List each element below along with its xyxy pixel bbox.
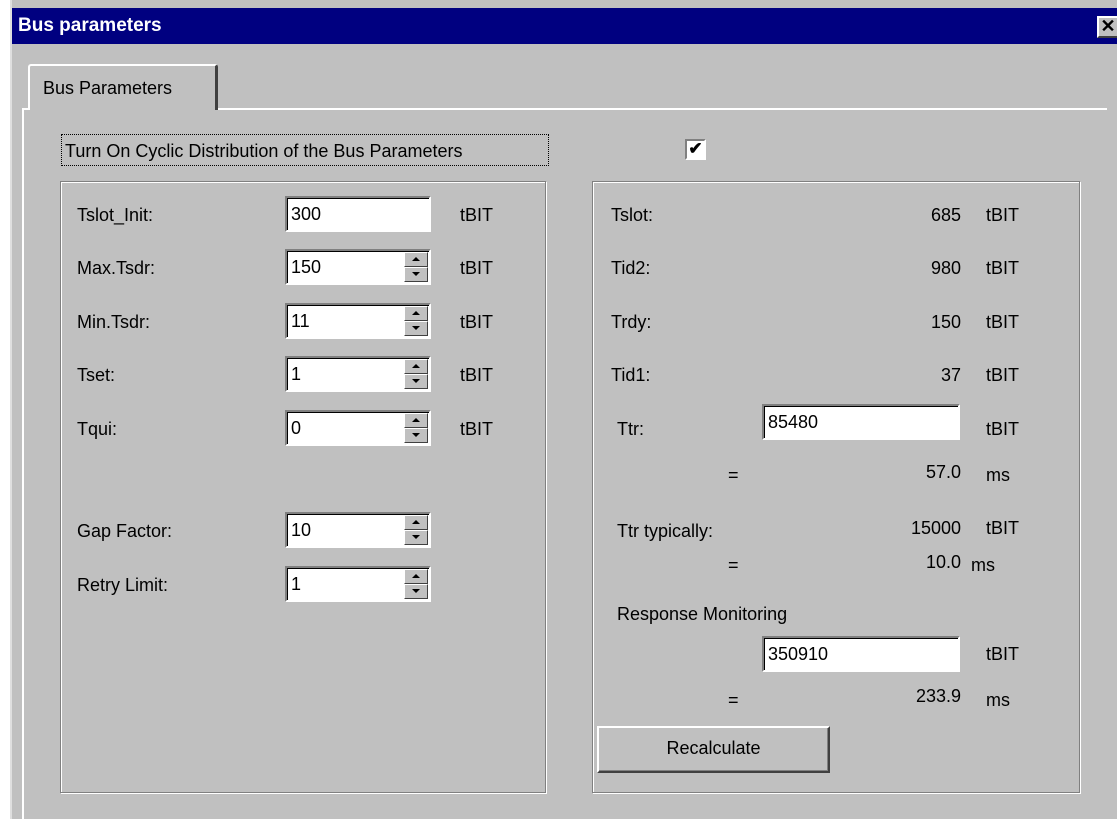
ttr-typically-value: 15000 (910, 518, 961, 538)
tqui-label: Tqui: (77, 419, 118, 439)
tid2-value: 980 (930, 258, 961, 278)
cyclic-distribution-checkbox[interactable]: ✔ (685, 139, 706, 160)
retry-limit-label: Retry Limit: (77, 575, 169, 595)
tset-stepper[interactable]: 1 (285, 356, 431, 392)
min-tsdr-unit: tBIT (460, 312, 494, 332)
min-tsdr-stepper[interactable]: 11 (285, 303, 431, 339)
response-monitoring-input[interactable]: 350910 (762, 636, 960, 672)
tab-label: Bus Parameters (43, 78, 173, 98)
tid2-unit: tBIT (986, 258, 1020, 278)
cyclic-distribution-label[interactable]: Turn On Cyclic Distribution of the Bus P… (61, 134, 549, 166)
max-tsdr-stepper[interactable]: 150 (285, 249, 431, 285)
gap-factor-stepper[interactable]: 10 (285, 512, 431, 548)
tid1-unit: tBIT (986, 365, 1020, 385)
response-monitoring-ms-unit: ms (986, 690, 1010, 710)
ttr-unit: tBIT (986, 419, 1020, 439)
min-tsdr-label: Min.Tsdr: (77, 312, 151, 332)
ttr-typically-ms-unit: ms (971, 555, 995, 575)
tslot-init-unit: tBIT (460, 205, 494, 225)
retry-limit-spin[interactable] (404, 569, 428, 599)
tslot-label: Tslot: (611, 205, 654, 225)
trdy-unit: tBIT (986, 312, 1020, 332)
tid1-label: Tid1: (611, 365, 651, 385)
tid1-value: 37 (940, 365, 961, 385)
tab-bus-parameters[interactable]: Bus Parameters (28, 64, 218, 110)
max-tsdr-unit: tBIT (460, 258, 494, 278)
gap-factor-label: Gap Factor: (77, 521, 173, 541)
ttr-typically-unit: tBIT (986, 518, 1020, 538)
ttr-equals: = (728, 465, 739, 485)
ttr-ms-value: 57.0 (925, 462, 961, 482)
tslot-value: 685 (930, 205, 961, 225)
window-title: Bus parameters (18, 15, 162, 36)
max-tsdr-label: Max.Tsdr: (77, 258, 156, 278)
trdy-value: 150 (930, 312, 961, 332)
tset-unit: tBIT (460, 365, 494, 385)
ttr-input[interactable]: 85480 (762, 404, 960, 440)
ttr-typically-ms-value: 10.0 (925, 552, 961, 572)
retry-limit-stepper[interactable]: 1 (285, 566, 431, 602)
recalculate-button[interactable]: Recalculate (597, 726, 830, 773)
close-icon[interactable]: ✕ (1097, 16, 1117, 38)
tqui-unit: tBIT (460, 419, 494, 439)
ttr-label: Ttr: (617, 419, 644, 439)
response-monitoring-label: Response Monitoring (617, 604, 788, 624)
trdy-label: Trdy: (611, 312, 652, 332)
tid2-label: Tid2: (611, 258, 651, 278)
response-monitoring-unit: tBIT (986, 644, 1020, 664)
tset-label: Tset: (77, 365, 116, 385)
response-monitoring-equals: = (728, 690, 739, 710)
tset-spin[interactable] (404, 359, 428, 389)
max-tsdr-spin[interactable] (404, 252, 428, 282)
tslot-unit: tBIT (986, 205, 1020, 225)
min-tsdr-spin[interactable] (404, 306, 428, 336)
tqui-stepper[interactable]: 0 (285, 410, 431, 446)
tqui-spin[interactable] (404, 413, 428, 443)
gap-factor-spin[interactable] (404, 515, 428, 545)
tslot-init-input[interactable]: 300 (285, 196, 431, 232)
ttr-typically-label: Ttr typically: (617, 521, 714, 541)
ttr-typically-equals: = (728, 555, 739, 575)
title-bar: Bus parameters ✕ (12, 8, 1117, 44)
tslot-init-label: Tslot_Init: (77, 205, 154, 225)
ttr-ms-unit: ms (986, 465, 1010, 485)
response-monitoring-ms-value: 233.9 (915, 686, 961, 706)
